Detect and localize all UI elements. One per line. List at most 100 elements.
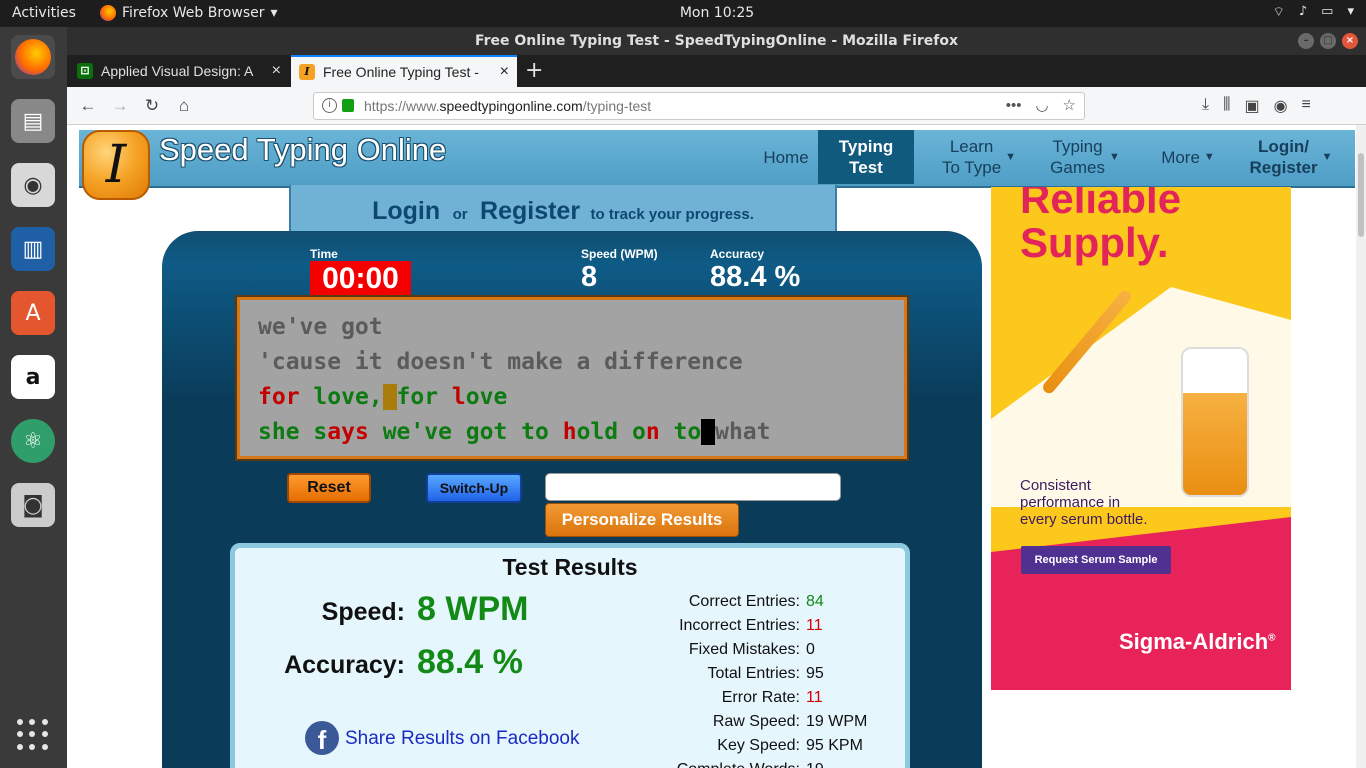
- speed-value: 8: [581, 261, 598, 293]
- url-bar[interactable]: i https://www.speedtypingonline.com/typi…: [313, 92, 1085, 120]
- nav-login-register[interactable]: Login/Register ▼: [1239, 130, 1343, 184]
- ad-headline-line1: Reliable: [1020, 187, 1182, 222]
- stat-label: Raw Speed:: [712, 713, 800, 730]
- close-tab-icon[interactable]: ×: [500, 63, 509, 81]
- bookmark-star-icon[interactable]: ☆: [1063, 93, 1076, 119]
- chevron-down-icon: ▾: [1347, 4, 1354, 19]
- info-icon[interactable]: i: [322, 98, 337, 113]
- clock[interactable]: Mon 10:25: [0, 5, 1366, 21]
- firefox-launcher[interactable]: [11, 35, 55, 79]
- stat-value: 11: [806, 689, 823, 706]
- lock-icon: [342, 99, 354, 112]
- ad-body-line: Consistent: [1020, 477, 1091, 494]
- site-header: I Speed Typing Online Home Typing Test Le…: [79, 130, 1355, 200]
- menu-icon[interactable]: ≡: [1302, 96, 1311, 116]
- char-incorrect: ys: [341, 419, 369, 445]
- stat-label: Incorrect Entries:: [679, 617, 800, 634]
- speedtyping-icon: I: [299, 64, 315, 80]
- typing-test-panel: Time 00:00 Speed (WPM) 8 Accuracy 88.4 %…: [162, 231, 982, 768]
- nav-label-line2: Register: [1249, 158, 1318, 177]
- nav-label-line2: Games: [1050, 158, 1105, 177]
- share-facebook-link[interactable]: Share Results on Facebook: [345, 728, 579, 750]
- register-link[interactable]: Register: [480, 197, 580, 225]
- nav-typing-test[interactable]: Typing Test: [818, 130, 914, 184]
- site-logo[interactable]: I: [82, 130, 150, 200]
- url-scheme: https://www.: [364, 98, 440, 114]
- url-host: speedtypingonline.com: [439, 98, 583, 114]
- shopping-bag-icon: A: [25, 300, 41, 326]
- library-icon[interactable]: ⫼: [1223, 96, 1230, 116]
- switch-up-button[interactable]: Switch-Up: [426, 473, 522, 503]
- personalize-results-button[interactable]: Personalize Results: [545, 503, 739, 537]
- writer-launcher[interactable]: ▥: [11, 227, 55, 271]
- software-launcher[interactable]: A: [11, 291, 55, 335]
- new-tab-button[interactable]: +: [525, 58, 543, 83]
- files-launcher[interactable]: ▤: [11, 99, 55, 143]
- result-speed-value: 8 WPM: [417, 590, 529, 628]
- nav-typing-games[interactable]: Typing Games ▼: [1041, 130, 1129, 184]
- typing-text-display[interactable]: we've got 'cause it doesn't make a diffe…: [237, 297, 907, 459]
- nav-label-line2: Test: [849, 158, 883, 177]
- page-actions-icon[interactable]: •••: [1006, 93, 1022, 119]
- sidebar-icon[interactable]: ▣: [1244, 96, 1259, 116]
- page-scrollbar[interactable]: [1356, 125, 1366, 768]
- minimize-button[interactable]: –: [1298, 33, 1314, 49]
- maximize-button[interactable]: □: [1320, 33, 1336, 49]
- site-brand[interactable]: Speed Typing Online: [159, 132, 446, 168]
- stat-label: Key Speed:: [717, 737, 800, 754]
- typing-input[interactable]: [545, 473, 841, 501]
- back-arrow-icon[interactable]: ←: [75, 93, 101, 119]
- firefox-icon: [15, 39, 51, 75]
- nav-label-line1: Typing: [838, 137, 894, 156]
- rhythmbox-launcher[interactable]: ◉: [11, 163, 55, 207]
- reset-button[interactable]: Reset: [287, 473, 371, 503]
- show-apps-button[interactable]: [17, 719, 49, 751]
- stat-row: Fixed Mistakes: 0: [595, 638, 895, 662]
- word-correct: old o: [576, 419, 646, 445]
- result-accuracy-label: Accuracy:: [284, 651, 405, 679]
- word-correct: we've got to: [382, 419, 549, 445]
- url-path: /typing-test: [582, 98, 652, 114]
- stat-value: 0: [806, 641, 815, 658]
- scrollbar-thumb[interactable]: [1358, 153, 1364, 237]
- nav-more[interactable]: More ▼: [1145, 130, 1231, 184]
- word-correct: for: [396, 384, 439, 410]
- amazon-launcher[interactable]: a: [11, 355, 55, 399]
- system-tray[interactable]: ⌔ ♪ ▭ ▾: [1273, 4, 1354, 20]
- request-sample-button[interactable]: Request Serum Sample: [1021, 546, 1171, 574]
- pocket-icon[interactable]: ◡: [1035, 93, 1048, 119]
- home-icon[interactable]: ⌂: [171, 93, 197, 119]
- stat-value: 11: [806, 617, 823, 634]
- accuracy-label: Accuracy: [710, 247, 765, 261]
- nav-learn-to-type[interactable]: Learn To Type ▼: [929, 130, 1029, 184]
- window-title: Free Online Typing Test - SpeedTypingOnl…: [474, 33, 959, 49]
- amazon-icon: a: [25, 364, 41, 390]
- speed-label: Speed (WPM): [581, 247, 658, 261]
- ad-body: Consistent performance in every serum bott…: [1020, 477, 1148, 528]
- camera-icon: ◙: [22, 492, 44, 518]
- tab-applied-visual-design[interactable]: ⊡ Applied Visual Design: A ×: [69, 55, 289, 87]
- stat-row: Error Rate: 11: [595, 686, 895, 710]
- close-tab-icon[interactable]: ×: [272, 62, 281, 80]
- nav-label-line1: Typing: [1052, 137, 1103, 156]
- stat-value: 95: [806, 665, 824, 682]
- account-icon[interactable]: ◉: [1274, 96, 1288, 116]
- stat-value: 84: [806, 593, 824, 610]
- track-progress-text: to track your progress.: [590, 206, 754, 223]
- camera-launcher[interactable]: ◙: [11, 483, 55, 527]
- browser-window: Free Online Typing Test - SpeedTypingOnl…: [67, 27, 1366, 768]
- char-correct: s: [313, 419, 328, 445]
- forward-arrow-icon[interactable]: →: [107, 93, 133, 119]
- text-line: we've got: [258, 314, 383, 340]
- download-icon[interactable]: ⤓: [1202, 96, 1209, 116]
- login-link[interactable]: Login: [372, 197, 440, 225]
- tab-typing-test[interactable]: I Free Online Typing Test - ×: [291, 55, 517, 87]
- reload-icon[interactable]: ↻: [139, 93, 165, 119]
- facebook-icon[interactable]: f: [305, 721, 339, 755]
- nav-home[interactable]: Home: [751, 130, 821, 184]
- system-top-bar: Activities Firefox Web Browser ▾ Mon 10:…: [0, 0, 1366, 27]
- stat-value: 95 KPM: [806, 737, 863, 754]
- advertisement[interactable]: Reliable Supply. Consistent performance in…: [991, 187, 1291, 690]
- atom-launcher[interactable]: ⚛: [11, 419, 55, 463]
- close-button[interactable]: ×: [1342, 33, 1358, 49]
